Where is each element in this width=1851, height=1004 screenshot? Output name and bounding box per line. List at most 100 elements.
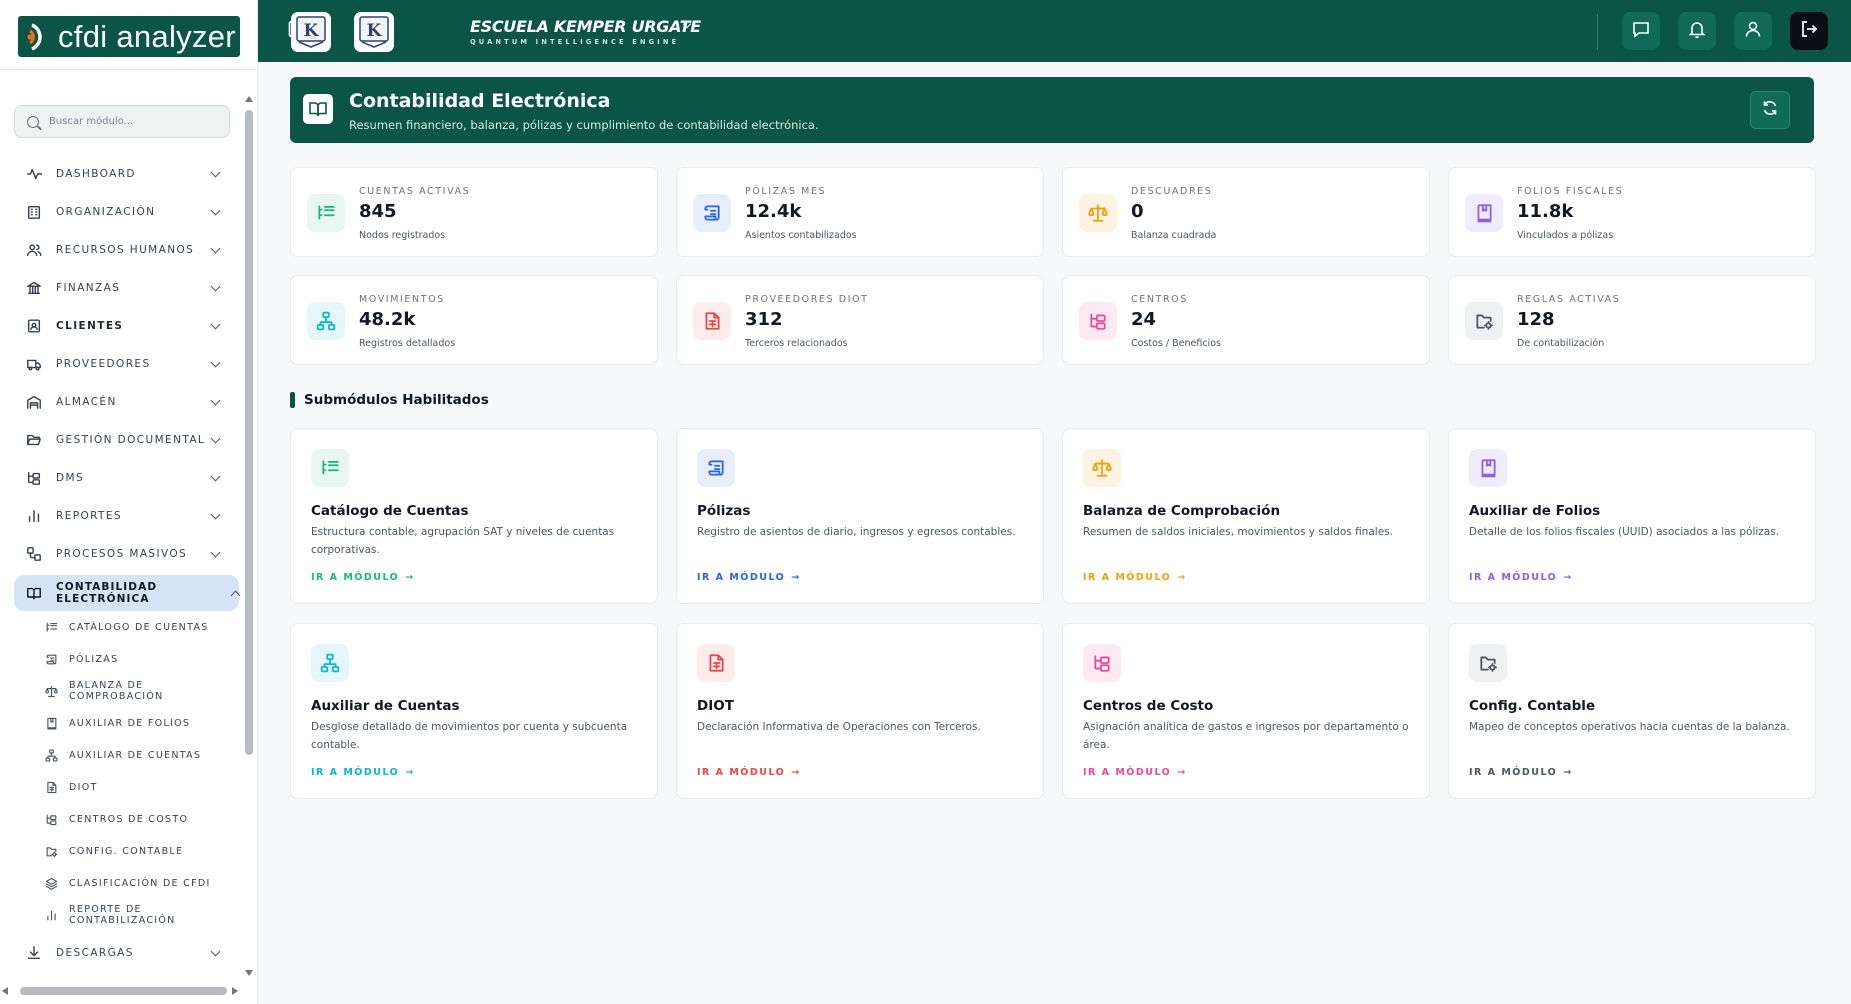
stat-note: Balanza cuadrada — [1131, 230, 1217, 241]
sidebar-subitem-clasificación-de-cfdi[interactable]: CLASIFICACIÓN DE CFDI — [14, 867, 239, 899]
module-card[interactable]: Pólizas Registro de asientos de diario, i… — [676, 428, 1044, 604]
sidebar-subitem-catálogo-de-cuentas[interactable]: CATÁLOGO DE CUENTAS — [14, 611, 239, 643]
chevron-down-icon — [210, 395, 221, 406]
scrollbar-thumb[interactable] — [20, 987, 227, 995]
stat-label: REGLAS ACTIVAS — [1517, 294, 1621, 305]
book-marked-icon — [1469, 449, 1507, 487]
stat-card: PÓLIZAS MES 12.4k Asientos contabilizados — [676, 167, 1044, 257]
go-to-module-link[interactable]: IR A MÓDULO → — [697, 767, 801, 778]
sidebar-subitem-diot[interactable]: DIOT — [14, 771, 239, 803]
app-logo[interactable]: cfdi analyzer — [18, 16, 240, 57]
school-crest-icon: K — [296, 16, 326, 48]
download-icon — [26, 945, 42, 961]
arrow-right-icon: → — [1177, 572, 1187, 583]
chevron-down-icon — [210, 357, 221, 368]
arrow-right-icon: → — [405, 572, 415, 583]
search-icon — [27, 115, 39, 128]
module-card[interactable]: Config. Contable Mapeo de conceptos opera… — [1448, 623, 1816, 799]
sidebar-item-gestión-documental[interactable]: GESTIÓN DOCUMENTAL — [14, 421, 239, 459]
folder-cog-icon — [45, 845, 58, 858]
book-marked-icon — [45, 717, 58, 730]
module-card[interactable]: Balanza de Comprobación Resumen de saldos… — [1062, 428, 1430, 604]
scroll-down-arrow-icon[interactable] — [245, 970, 253, 976]
go-to-module-link[interactable]: IR A MÓDULO → — [697, 572, 801, 583]
folder-cog-icon — [1469, 644, 1507, 682]
message-square-icon — [1631, 19, 1651, 43]
school-logo[interactable]: K — [291, 12, 331, 52]
stat-card: DESCUADRES 0 Balanza cuadrada — [1062, 167, 1430, 257]
sidebar-subitem-centros-de-costo[interactable]: CENTROS DE COSTO — [14, 803, 239, 835]
sidebar-item-reportes[interactable]: REPORTES — [14, 497, 239, 535]
module-title: Pólizas — [697, 503, 751, 519]
scroll-left-arrow-icon[interactable] — [2, 987, 8, 995]
go-to-module-link[interactable]: IR A MÓDULO → — [1083, 572, 1187, 583]
go-to-module-link[interactable]: IR A MÓDULO → — [1469, 572, 1573, 583]
module-card[interactable]: DIOT Declaración Informativa de Operacion… — [676, 623, 1044, 799]
sidebar-subitem-config-contable[interactable]: CONFIG. CONTABLE — [14, 835, 239, 867]
company-tagline: QUANTUM INTELLIGENCE ENGINE — [470, 38, 680, 46]
arrow-right-icon: → — [405, 767, 415, 778]
go-to-module-link[interactable]: IR A MÓDULO → — [311, 767, 415, 778]
module-card[interactable]: Auxiliar de Folios Detalle de los folios … — [1448, 428, 1816, 604]
folder-cog-icon — [1465, 302, 1503, 340]
company-name[interactable]: ESCUELA KEMPER URGATE — [470, 17, 701, 36]
go-to-module-link[interactable]: IR A MÓDULO → — [1469, 767, 1573, 778]
sidebar-subitem-pólizas[interactable]: PÓLIZAS — [14, 643, 239, 675]
scrollbar-thumb[interactable] — [245, 110, 253, 755]
notifications-button[interactable] — [1678, 12, 1716, 50]
sidebar-subitem-reporte-de-contabilización[interactable]: REPORTE DE CONTABILIZACIÓN — [14, 899, 239, 931]
sidebar-item-dms[interactable]: DMS — [14, 459, 239, 497]
sidebar-item-dashboard[interactable]: DASHBOARD — [14, 155, 239, 193]
sidebar-subitem-auxiliar-de-cuentas[interactable]: AUXILIAR DE CUENTAS — [14, 739, 239, 771]
refresh-button[interactable] — [1750, 91, 1790, 129]
logout-button[interactable] — [1790, 12, 1828, 50]
top-bar: K K ESCUELA KEMPER URGATE QUANTUM INTELL… — [258, 0, 1851, 62]
refresh-icon — [1761, 99, 1779, 121]
module-card[interactable]: Centros de Costo Asignación analítica de … — [1062, 623, 1430, 799]
sidebar-item-almacén[interactable]: ALMACÉN — [14, 383, 239, 421]
sidebar-item-descargas[interactable]: DESCARGAS — [14, 934, 239, 972]
module-title: Config. Contable — [1469, 698, 1596, 714]
sidebar-item-contabilidad-electrónica[interactable]: CONTABILIDAD ELECTRÓNICA — [14, 575, 241, 611]
module-description: Registro de asientos de diario, ingresos… — [697, 526, 1016, 538]
sidebar-subitem-balanza-de-comprobación[interactable]: BALANZA DE COMPROBACIÓN — [14, 675, 239, 707]
messages-button[interactable] — [1622, 12, 1660, 50]
arrow-right-icon: → — [791, 767, 801, 778]
sidebar-item-procesos-masivos[interactable]: PROCESOS MASIVOS — [14, 535, 239, 573]
sidebar-horizontal-scrollbar[interactable] — [2, 986, 242, 996]
sidebar-item-label: FINANZAS — [56, 282, 121, 294]
stat-note: Costos / Beneficios — [1131, 338, 1221, 349]
module-search[interactable] — [14, 105, 230, 138]
sidebar-item-finanzas[interactable]: FINANZAS — [14, 269, 239, 307]
bell-icon — [1687, 19, 1707, 43]
sidebar-item-organización[interactable]: ORGANIZACIÓN — [14, 193, 239, 231]
sidebar-subitem-auxiliar-de-folios[interactable]: AUXILIAR DE FOLIOS — [14, 707, 239, 739]
workflow-icon — [26, 546, 42, 562]
module-description: Resumen de saldos iniciales, movimientos… — [1083, 526, 1393, 538]
scroll-icon — [693, 194, 731, 232]
go-to-module-link[interactable]: IR A MÓDULO → — [311, 572, 415, 583]
sidebar-vertical-scrollbar[interactable] — [245, 96, 253, 976]
chevron-down-icon — [210, 167, 221, 178]
company-logo[interactable]: K — [354, 12, 394, 52]
sidebar-item-recursos-humanos[interactable]: RECURSOS HUMANOS — [14, 231, 239, 269]
module-card[interactable]: Catálogo de Cuentas Estructura contable, … — [290, 428, 658, 604]
sidebar-subitem-label: BALANZA DE COMPROBACIÓN — [69, 680, 164, 702]
sidebar-item-clientes[interactable]: CLIENTES — [14, 307, 239, 345]
app-logo-text: cfdi analyzer — [58, 19, 236, 54]
chevron-down-icon — [210, 205, 221, 216]
scroll-right-arrow-icon[interactable] — [232, 987, 238, 995]
sidebar-item-proveedores[interactable]: PROVEEDORES — [14, 345, 239, 383]
stat-note: Vinculados a pólizas — [1517, 230, 1614, 241]
stat-value: 128 — [1517, 309, 1555, 330]
network-icon — [307, 302, 345, 340]
file-spreadsheet-icon — [693, 302, 731, 340]
user-profile-button[interactable] — [1734, 12, 1772, 50]
module-card[interactable]: Auxiliar de Cuentas Desglose detallado de… — [290, 623, 658, 799]
bank-icon — [26, 280, 42, 296]
module-search-input[interactable] — [49, 116, 219, 127]
stat-value: 12.4k — [745, 201, 802, 222]
go-to-module-link[interactable]: IR A MÓDULO → — [1083, 767, 1187, 778]
app-window: cfdi analyzer DASHBOARD ORGANIZACIÓN RECUR… — [0, 0, 1851, 1004]
scroll-up-arrow-icon[interactable] — [245, 96, 253, 102]
